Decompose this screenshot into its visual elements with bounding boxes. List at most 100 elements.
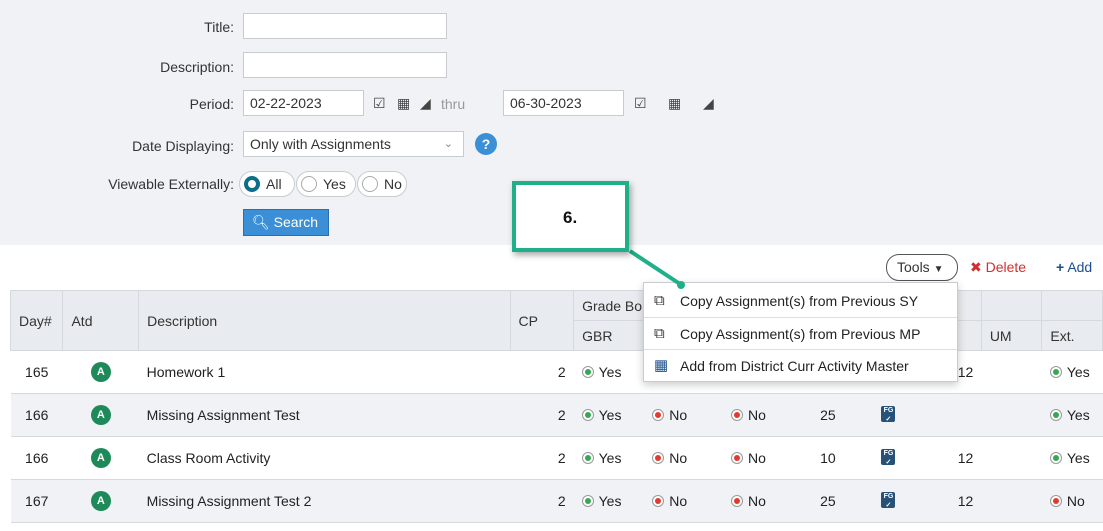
num-cell: 12	[918, 436, 982, 480]
col-ext[interactable]: Ext.	[1041, 320, 1103, 351]
gbr-radio: Yes	[581, 407, 621, 423]
ext-radio: Yes	[1049, 450, 1090, 466]
period-label: Period:	[189, 96, 234, 112]
add-button[interactable]: + Add	[1056, 259, 1092, 275]
thru-label: thru	[441, 96, 466, 112]
viewable-all-label: All	[266, 176, 282, 192]
caret-down-icon: ▼	[933, 264, 944, 275]
col-description[interactable]: Description	[138, 290, 511, 351]
col-cp[interactable]: CP	[509, 290, 575, 351]
delete-label: Delete	[985, 259, 1027, 275]
gbr-radio: Yes	[581, 364, 621, 380]
ext-radio: Yes	[1049, 364, 1090, 380]
ext-radio: No	[1049, 493, 1085, 509]
col-atd[interactable]: Atd	[62, 290, 140, 351]
attendance-badge: A	[90, 405, 111, 425]
eraser-icon[interactable]: ◢	[703, 95, 714, 112]
col-gbr[interactable]: GBR	[573, 320, 645, 351]
cp-cell: 2	[510, 393, 574, 437]
cp-cell: 2	[510, 436, 574, 480]
status-radio: No	[652, 493, 687, 509]
viewable-yes-radio[interactable]: Yes	[296, 171, 356, 197]
chevron-down-icon: ⌄	[443, 138, 453, 150]
delete-icon: ✖	[970, 259, 982, 275]
status-radio: No	[730, 450, 766, 466]
help-icon[interactable]: ?	[475, 133, 497, 155]
calendar-check-icon[interactable]: ☑	[634, 95, 647, 112]
attendance-badge: A	[90, 491, 111, 511]
viewable-no-radio[interactable]: No	[357, 171, 407, 197]
table-row[interactable]: 167 A Missing Assignment Test 2 2 Yes No…	[10, 479, 1103, 523]
search-button[interactable]: 🔍︎ Search	[243, 209, 329, 236]
add-label: Add	[1067, 259, 1093, 275]
gbr-radio: Yes	[581, 493, 621, 509]
radio-dot-icon	[301, 176, 317, 192]
radio-dot-icon	[362, 176, 378, 192]
period-start-field[interactable]: 02-22-2023	[243, 90, 364, 116]
description-label: Description:	[160, 59, 234, 75]
status-radio: No	[730, 407, 766, 423]
calendar-icon[interactable]: ▦	[668, 95, 681, 112]
menu-item-copy-previous-sy[interactable]: ⧉ Copy Assignment(s) from Previous SY	[644, 285, 957, 317]
day-cell: 165	[10, 350, 63, 394]
day-cell: 167	[10, 479, 63, 523]
grid-icon: ▦	[654, 357, 669, 374]
menu-item-add-district-master[interactable]: ▦ Add from District Curr Activity Master	[644, 349, 957, 381]
plus-icon: +	[1056, 259, 1065, 275]
delete-button[interactable]: ✖ Delete	[970, 259, 1026, 276]
description-field[interactable]	[243, 52, 447, 78]
copy-icon: ⧉	[654, 292, 665, 309]
menu-item-label: Add from District Curr Activity Master	[680, 358, 909, 374]
status-radio: No	[730, 493, 766, 509]
gbr-radio: Yes	[581, 450, 621, 466]
search-label: Search	[273, 214, 319, 230]
radio-dot-icon	[244, 176, 260, 192]
attendance-badge: A	[90, 448, 111, 468]
viewable-all-radio[interactable]: All	[239, 171, 295, 197]
fg-check-icon[interactable]: FG ✓	[881, 492, 896, 509]
menu-item-label: Copy Assignment(s) from Previous MP	[680, 326, 921, 342]
search-icon: 🔍︎	[252, 214, 270, 230]
tools-dropdown-menu: ⧉ Copy Assignment(s) from Previous SY ⧉ …	[643, 282, 958, 382]
viewable-no-label: No	[384, 176, 402, 192]
cp-cell: 2	[510, 350, 574, 394]
num-cell	[918, 393, 982, 437]
description-cell[interactable]: Missing Assignment Test	[138, 393, 511, 437]
date-displaying-select[interactable]: Only with Assignments ⌄	[243, 131, 464, 157]
calendar-check-icon[interactable]: ☑	[373, 95, 386, 112]
description-cell[interactable]: Missing Assignment Test 2	[138, 479, 511, 523]
day-cell: 166	[10, 436, 63, 480]
fg-check-icon[interactable]: FG ✓	[881, 449, 896, 466]
ext-radio: Yes	[1049, 407, 1090, 423]
menu-item-copy-previous-mp[interactable]: ⧉ Copy Assignment(s) from Previous MP	[644, 317, 957, 349]
title-label: Title:	[204, 19, 234, 35]
eraser-icon[interactable]: ◢	[420, 95, 431, 112]
viewable-yes-label: Yes	[323, 176, 346, 192]
date-displaying-value: Only with Assignments	[250, 136, 391, 152]
title-field[interactable]	[243, 13, 447, 39]
points-cell: 25	[797, 393, 859, 437]
step-number: 6.	[563, 208, 578, 227]
status-radio: No	[652, 450, 687, 466]
num-cell: 12	[918, 479, 982, 523]
viewable-externally-label: Viewable Externally:	[108, 176, 234, 192]
table-row[interactable]: 166 A Missing Assignment Test 2 Yes No N…	[10, 393, 1103, 437]
description-cell[interactable]: Class Room Activity	[138, 436, 511, 480]
status-radio: No	[652, 407, 687, 423]
period-end-field[interactable]: 06-30-2023	[503, 90, 624, 116]
col-day[interactable]: Day#	[9, 290, 64, 351]
date-displaying-label: Date Displaying:	[132, 138, 234, 154]
menu-item-label: Copy Assignment(s) from Previous SY	[680, 293, 919, 309]
points-cell: 10	[797, 436, 859, 480]
tools-button[interactable]: Tools ▼	[886, 254, 958, 281]
col-um[interactable]: UM	[980, 320, 1043, 351]
copy-icon: ⧉	[654, 325, 665, 342]
step-callout: 6.	[512, 181, 629, 252]
tools-label: Tools	[897, 259, 930, 275]
cp-cell: 2	[510, 479, 574, 523]
points-cell: 25	[797, 479, 859, 523]
fg-check-icon[interactable]: FG ✓	[881, 406, 896, 423]
table-row[interactable]: 166 A Class Room Activity 2 Yes No No 10…	[10, 436, 1103, 480]
description-cell[interactable]: Homework 1	[138, 350, 511, 394]
calendar-icon[interactable]: ▦	[397, 95, 410, 112]
